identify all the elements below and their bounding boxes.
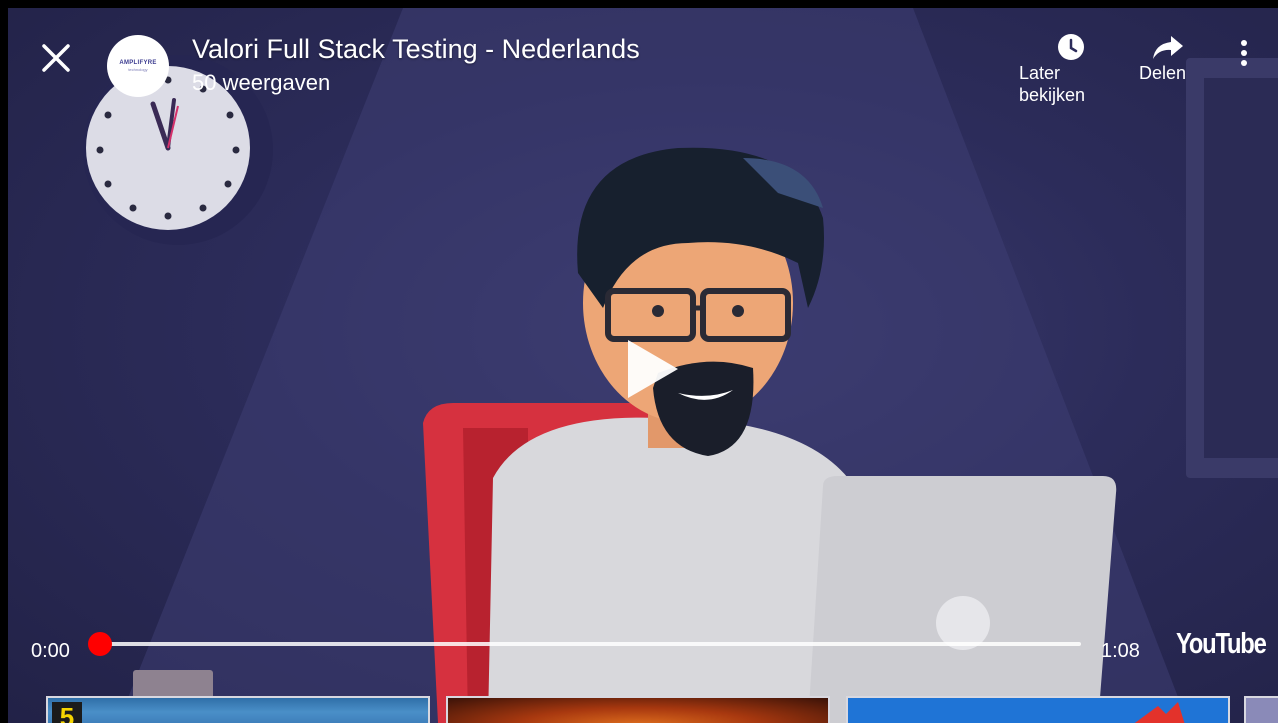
watch-later-button[interactable]: Later bekijken bbox=[1019, 32, 1086, 106]
watch-later-label-line2: bekijken bbox=[1019, 85, 1086, 105]
more-options-button[interactable] bbox=[1232, 36, 1256, 70]
player-frame: AMPLIFYRE technology Valori Full Stack T… bbox=[0, 0, 1278, 723]
share-button[interactable]: Delen bbox=[1139, 32, 1186, 84]
related-video-thumbnail[interactable] bbox=[446, 696, 830, 723]
video-title: Valori Full Stack Testing - Nederlands bbox=[192, 34, 640, 64]
related-video-thumbnail[interactable] bbox=[846, 696, 1230, 723]
play-icon bbox=[628, 340, 678, 398]
youtube-logo[interactable]: YouTube bbox=[1176, 628, 1267, 661]
share-label: Delen bbox=[1139, 63, 1187, 83]
play-button[interactable] bbox=[622, 336, 682, 402]
current-time: 0:00 bbox=[31, 640, 70, 662]
channel-avatar[interactable]: AMPLIFYRE technology bbox=[107, 35, 169, 97]
video-surface[interactable]: AMPLIFYRE technology Valori Full Stack T… bbox=[8, 8, 1278, 723]
progress-scrubber[interactable] bbox=[88, 632, 112, 656]
clock-icon bbox=[1058, 34, 1084, 60]
progress-bar[interactable] bbox=[100, 642, 1081, 646]
close-icon bbox=[42, 44, 70, 72]
channel-avatar-logo-subtext: technology bbox=[128, 67, 148, 72]
share-icon bbox=[1153, 36, 1183, 59]
arrow-graphic-icon bbox=[1134, 702, 1185, 723]
close-button[interactable] bbox=[36, 38, 76, 78]
thumbnail-number-badge: 5 bbox=[52, 702, 82, 723]
more-vert-icon bbox=[1241, 40, 1247, 66]
view-count: 50 weergaven bbox=[192, 70, 331, 95]
watch-later-label-line1: Later bbox=[1019, 63, 1061, 83]
related-video-thumbnail[interactable]: 5 bbox=[46, 696, 430, 723]
related-video-thumbnail[interactable] bbox=[1244, 696, 1278, 723]
total-duration: 1:08 bbox=[1101, 640, 1140, 662]
channel-avatar-logo-text: AMPLIFYRE bbox=[119, 60, 157, 66]
